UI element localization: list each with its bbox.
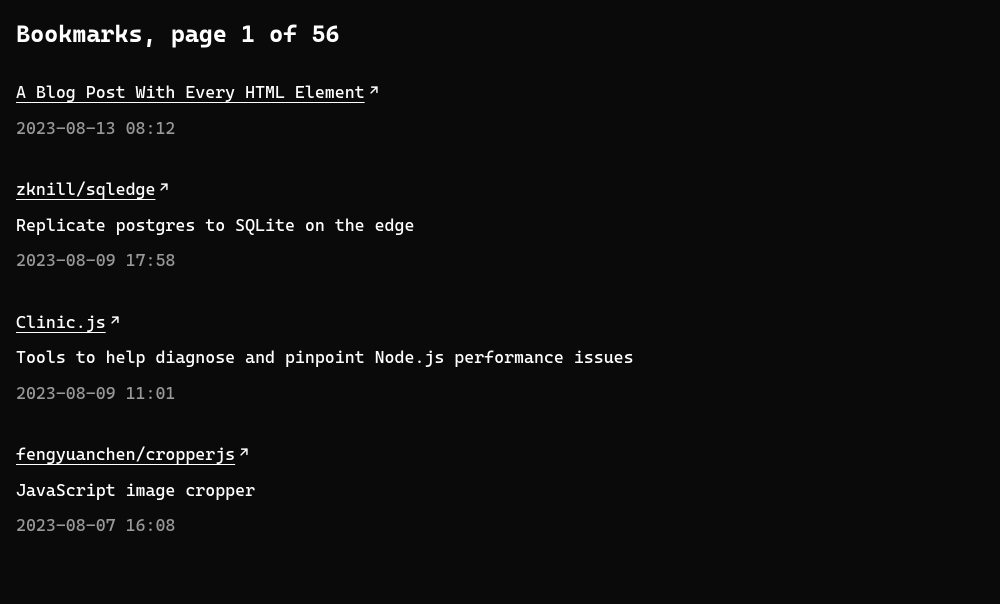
bookmark-timestamp: 2023-08-07 16:08 <box>16 513 984 539</box>
external-link-icon <box>237 441 251 467</box>
bookmark-link[interactable]: zknill/sqledge <box>16 179 155 199</box>
bookmark-list: A Blog Post With Every HTML Element 2023… <box>16 80 984 539</box>
bookmark-title: A Blog Post With Every HTML Element <box>16 82 365 102</box>
bookmark-link[interactable]: fengyuanchen/cropperjs <box>16 444 235 464</box>
bookmark-timestamp: 2023-08-13 08:12 <box>16 116 984 142</box>
external-link-icon <box>367 79 381 105</box>
bookmark-title: fengyuanchen/cropperjs <box>16 444 235 464</box>
external-link-icon <box>108 309 122 335</box>
bookmark-item: zknill/sqledge Replicate postgres to SQL… <box>16 177 984 274</box>
bookmark-title: zknill/sqledge <box>16 179 155 199</box>
bookmark-item: fengyuanchen/cropperjs JavaScript image … <box>16 442 984 539</box>
bookmark-timestamp: 2023-08-09 17:58 <box>16 248 984 274</box>
bookmark-description: Replicate postgres to SQLite on the edge <box>16 213 984 239</box>
bookmark-link[interactable]: Clinic.js <box>16 312 106 332</box>
bookmark-item: A Blog Post With Every HTML Element 2023… <box>16 80 984 141</box>
page-title: Bookmarks, page 1 of 56 <box>16 16 984 52</box>
bookmark-description: JavaScript image cropper <box>16 478 984 504</box>
bookmark-item: Clinic.js Tools to help diagnose and pin… <box>16 310 984 407</box>
bookmark-title: Clinic.js <box>16 312 106 332</box>
bookmark-description: Tools to help diagnose and pinpoint Node… <box>16 345 984 371</box>
bookmark-timestamp: 2023-08-09 11:01 <box>16 381 984 407</box>
bookmark-link[interactable]: A Blog Post With Every HTML Element <box>16 82 365 102</box>
external-link-icon <box>157 176 171 202</box>
